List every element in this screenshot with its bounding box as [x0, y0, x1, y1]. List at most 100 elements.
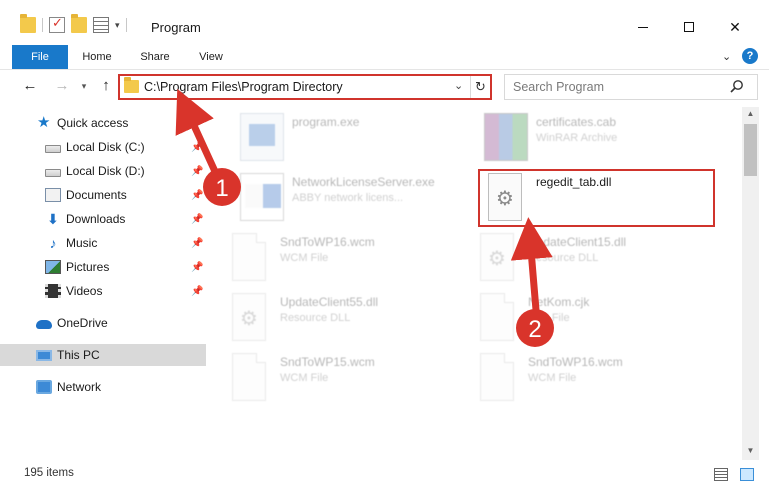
tab-file[interactable]: File [12, 45, 68, 69]
details-view-icon[interactable] [714, 468, 728, 481]
file-icon [232, 233, 266, 281]
tab-view[interactable]: View [193, 45, 229, 69]
file-name: SndToWP16.wcm [280, 235, 375, 249]
download-icon: ⬇ [47, 211, 59, 227]
file-name: certificates.cab [536, 115, 617, 129]
pin-icon[interactable]: 📌 [191, 166, 203, 177]
search-placeholder[interactable]: Search Program [513, 80, 604, 94]
file-type: WCM File [280, 372, 329, 384]
file-item[interactable]: program.exe [240, 109, 480, 165]
scroll-up-icon[interactable]: ▲ [742, 109, 759, 121]
maximize-button[interactable] [666, 12, 712, 42]
address-path[interactable]: C:\Program Files\Program Directory [144, 80, 343, 94]
sidebar-item-downloads[interactable]: ⬇ Downloads 📌 [0, 208, 206, 230]
drive-icon [45, 145, 61, 153]
file-item[interactable]: SndToWP16.wcm WCM File [476, 349, 716, 405]
sidebar-item-documents[interactable]: Documents 📌 [0, 184, 206, 206]
expand-ribbon-icon[interactable]: ⌄ [722, 50, 731, 63]
folder-icon [20, 14, 36, 33]
file-item[interactable]: SndToWP16.wcm WCM File [228, 229, 468, 285]
pin-icon[interactable]: 📌 [191, 286, 203, 297]
drive-icon [45, 169, 61, 177]
minimize-button[interactable] [620, 12, 666, 42]
quick-access-toolbar: ▾ [20, 14, 127, 33]
executable-icon [240, 113, 284, 161]
music-icon: ♪ [49, 235, 57, 251]
network-icon [36, 380, 52, 394]
dll-gear-icon: ⚙ [480, 233, 514, 281]
chevron-down-icon[interactable]: ▾ [115, 20, 120, 31]
customize-icon[interactable] [93, 17, 109, 33]
star-icon: ★ [37, 114, 51, 131]
close-button[interactable]: ✕ [712, 12, 758, 42]
sidebar-item-label: Music [66, 236, 98, 250]
file-list: program.exe certificates.cab WinRAR Arch… [206, 107, 742, 460]
sidebar-item-label: Documents [66, 188, 127, 202]
file-item[interactable]: certificates.cab WinRAR Archive [484, 109, 724, 165]
scroll-down-icon[interactable]: ▼ [742, 446, 759, 458]
sidebar-item-local-disk-c[interactable]: Local Disk (C:) 📌 [0, 136, 206, 158]
tab-share[interactable]: Share [135, 45, 175, 69]
pin-icon[interactable]: 📌 [191, 262, 203, 273]
search-icon[interactable] [729, 79, 745, 95]
file-type: Resource DLL [280, 312, 351, 324]
sidebar-item-music[interactable]: ♪ Music 📌 [0, 232, 206, 254]
file-icon [480, 293, 514, 341]
file-name: SndToWP16.wcm [528, 355, 623, 369]
back-arrow-icon[interactable]: ← [20, 76, 40, 96]
file-item[interactable]: ⚙ UpdateClient15.dll Resource DLL [476, 229, 716, 285]
sidebar-item-label: Local Disk (C:) [66, 140, 145, 154]
pin-icon[interactable]: 📌 [191, 190, 203, 201]
application-icon [240, 173, 284, 221]
navigation-bar: ← → ▾ ↑ C:\Program Files\Program Directo… [0, 71, 769, 101]
file-item[interactable]: ⚙ UpdateClient55.dll Resource DLL [228, 289, 468, 345]
sidebar-item-label: This PC [57, 348, 100, 362]
file-type: WCM File [528, 372, 577, 384]
sidebar-item-this-pc[interactable]: This PC [0, 344, 206, 366]
cloud-icon [36, 320, 52, 329]
file-name: NetworkLicenseServer.exe [292, 175, 435, 189]
chevron-down-icon[interactable]: ⌄ [454, 79, 463, 92]
ribbon: File Home Share View ⌄ ? [0, 42, 769, 70]
minimize-icon [638, 26, 648, 28]
file-item[interactable]: NetworkLicenseServer.exe ABBY network li… [240, 169, 480, 225]
tab-home[interactable]: Home [78, 45, 116, 69]
sidebar-item-local-disk-d[interactable]: Local Disk (D:) 📌 [0, 160, 206, 182]
forward-arrow-icon[interactable]: → [52, 76, 72, 96]
sidebar-item-label: Pictures [66, 260, 110, 274]
pin-icon[interactable]: 📌 [191, 238, 203, 249]
sidebar-item-label: Local Disk (D:) [66, 164, 145, 178]
pin-icon[interactable]: 📌 [191, 214, 203, 225]
documents-icon [45, 188, 61, 202]
recent-locations-icon[interactable]: ▾ [78, 76, 90, 96]
dll-gear-icon: ⚙ [232, 293, 266, 341]
sidebar-item-onedrive[interactable]: OneDrive [0, 312, 206, 334]
separator [42, 18, 43, 32]
file-item[interactable]: SndToWP15.wcm WCM File [228, 349, 468, 405]
file-name: NetKom.cjk [528, 295, 590, 309]
file-item[interactable]: NetKom.cjk CJK File [476, 289, 716, 345]
new-folder-icon[interactable] [71, 14, 87, 33]
file-name: UpdateClient15.dll [528, 235, 627, 249]
sidebar-item-videos[interactable]: Videos 📌 [0, 280, 206, 302]
vertical-scrollbar[interactable]: ▲ ▼ [742, 107, 759, 460]
window-title: Program [151, 20, 201, 35]
sidebar-item-pictures[interactable]: Pictures 📌 [0, 256, 206, 278]
file-name: SndToWP15.wcm [280, 355, 375, 369]
up-arrow-icon[interactable]: ↑ [96, 76, 116, 96]
properties-check-icon[interactable] [49, 15, 65, 33]
sidebar-item-network[interactable]: Network [0, 376, 206, 398]
address-bar[interactable]: C:\Program Files\Program Directory ⌄ ↻ [118, 74, 492, 100]
sidebar-item-label: OneDrive [57, 316, 108, 330]
large-icons-view-icon[interactable] [740, 468, 754, 481]
sidebar-item-label: Videos [66, 284, 103, 298]
item-count: 195 items [24, 467, 74, 479]
pin-icon[interactable]: 📌 [191, 142, 203, 153]
help-icon[interactable]: ? [742, 48, 758, 64]
title-bar: ▾ Program ✕ [0, 0, 769, 42]
file-type: WinRAR Archive [536, 132, 618, 144]
scroll-thumb[interactable] [744, 124, 757, 176]
search-input[interactable]: Search Program [504, 74, 758, 100]
refresh-icon[interactable]: ↻ [470, 76, 490, 98]
sidebar-item-quick-access[interactable]: ★ Quick access [0, 112, 206, 134]
